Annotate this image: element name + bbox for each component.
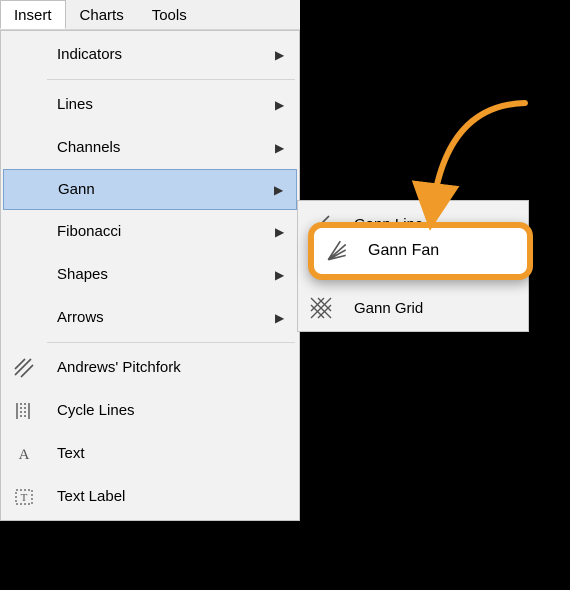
- submenu-arrow-icon: ▶: [275, 48, 297, 62]
- cycle-lines-icon: [3, 389, 45, 432]
- pointer-arrow-icon: [380, 95, 540, 235]
- menubar-item-insert[interactable]: Insert: [0, 0, 66, 29]
- text-label-icon: T: [3, 475, 45, 518]
- menu-item-indicators[interactable]: Indicators ▶: [3, 33, 297, 76]
- menu-item-gann[interactable]: Gann ▶: [3, 169, 297, 210]
- submenu-item-label: Gann Grid: [342, 300, 526, 317]
- spacer-icon: [4, 170, 46, 209]
- menu-item-channels[interactable]: Channels ▶: [3, 126, 297, 169]
- menubar-label: Tools: [152, 7, 187, 24]
- spacer-icon: [3, 253, 45, 296]
- menubar-label: Insert: [14, 7, 52, 24]
- submenu-arrow-icon: ▶: [275, 268, 297, 282]
- spacer-icon: [3, 210, 45, 253]
- menu-separator: [47, 342, 295, 343]
- menu-item-label: Channels: [45, 139, 275, 156]
- spacer-icon: [3, 33, 45, 76]
- menu-item-label: Cycle Lines: [45, 402, 297, 419]
- submenu-arrow-icon: ▶: [275, 98, 297, 112]
- menu-item-label: Shapes: [45, 266, 275, 283]
- menu-item-andrews-pitchfork[interactable]: Andrews' Pitchfork: [3, 346, 297, 389]
- pitchfork-icon: [3, 346, 45, 389]
- menu-item-text-label[interactable]: T Text Label: [3, 475, 297, 518]
- menubar-label: Charts: [80, 7, 124, 24]
- menu-item-label: Gann: [46, 181, 274, 198]
- menu-item-fibonacci[interactable]: Fibonacci ▶: [3, 210, 297, 253]
- submenu-item-gann-grid[interactable]: Gann Grid: [300, 287, 526, 329]
- submenu-arrow-icon: ▶: [275, 225, 297, 239]
- submenu-arrow-icon: ▶: [275, 141, 297, 155]
- menu-separator: [47, 79, 295, 80]
- menubar-item-charts[interactable]: Charts: [66, 0, 138, 29]
- svg-text:T: T: [21, 492, 28, 504]
- submenu-arrow-icon: ▶: [275, 311, 297, 325]
- spacer-icon: [3, 296, 45, 339]
- menu-item-arrows[interactable]: Arrows ▶: [3, 296, 297, 339]
- menu-item-lines[interactable]: Lines ▶: [3, 83, 297, 126]
- text-icon: A: [3, 432, 45, 475]
- spacer-icon: [3, 126, 45, 169]
- menubar-item-tools[interactable]: Tools: [138, 0, 201, 29]
- menu-item-label: Indicators: [45, 46, 275, 63]
- menu-item-text[interactable]: A Text: [3, 432, 297, 475]
- submenu-arrow-icon: ▶: [274, 183, 296, 197]
- menu-item-cycle-lines[interactable]: Cycle Lines: [3, 389, 297, 432]
- menu-item-label: Fibonacci: [45, 223, 275, 240]
- menu-item-label: Lines: [45, 96, 275, 113]
- dropdown-insert: Indicators ▶ Lines ▶ Channels ▶ Gann ▶ F…: [0, 30, 300, 521]
- menu-item-label: Arrows: [45, 309, 275, 326]
- menu-item-label: Text: [45, 445, 297, 462]
- svg-text:A: A: [19, 447, 30, 463]
- menu-item-label: Text Label: [45, 488, 297, 505]
- callout-label: Gann Fan: [360, 242, 527, 260]
- spacer-icon: [3, 83, 45, 126]
- menubar: Insert Charts Tools: [0, 0, 300, 30]
- gann-fan-icon: [314, 239, 360, 263]
- gann-grid-icon: [300, 287, 342, 329]
- menu-item-label: Andrews' Pitchfork: [45, 359, 297, 376]
- menu-item-shapes[interactable]: Shapes ▶: [3, 253, 297, 296]
